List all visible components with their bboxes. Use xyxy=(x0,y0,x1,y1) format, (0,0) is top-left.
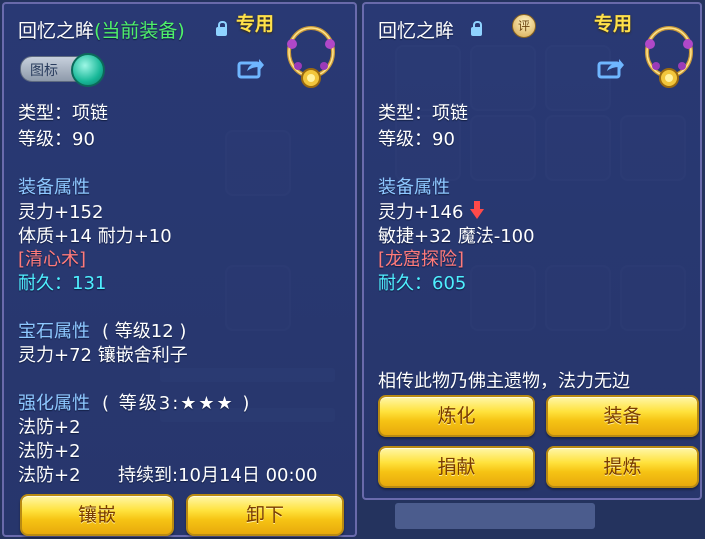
enhance-heading: 强化属性 xyxy=(18,393,90,414)
exclusive-label: 专用 xyxy=(594,13,633,35)
gem-level: ( 等级12 ) xyxy=(102,321,187,342)
item-name: 回忆之眸 xyxy=(378,20,455,42)
item-type: 类型：项链 xyxy=(18,103,108,124)
lock-icon xyxy=(216,21,227,36)
durability: 耐久：131 xyxy=(18,273,107,294)
item-title: 回忆之眸(当前装备) xyxy=(18,16,185,43)
special-skill: [龙窟探险] xyxy=(378,249,465,270)
enhance-line: 法防+2 xyxy=(18,465,81,486)
gem-heading: 宝石属性 xyxy=(18,321,90,342)
rate-badge-icon[interactable]: 评 xyxy=(507,9,541,43)
enhance-line: 法防+2 xyxy=(18,441,81,462)
necklace-icon xyxy=(287,26,335,88)
current-equip-tag: (当前装备) xyxy=(94,20,185,42)
enhance-duration: 持续到:10月14日 00:00 xyxy=(118,465,318,486)
rate-badge-label: 评 xyxy=(517,18,531,33)
refine-button[interactable]: 炼化 xyxy=(378,395,535,437)
item-level: 等级：90 xyxy=(18,129,95,150)
enhance-level: ( 等级3:★★★ ) xyxy=(102,393,252,414)
item-level: 等级：90 xyxy=(378,129,455,150)
equipped-item-tooltip: 回忆之眸(当前装备) 专用 图标 类型：项链 等级：90 装备属性 灵力+152… xyxy=(2,2,357,537)
donate-button[interactable]: 捐献 xyxy=(378,446,535,488)
toggle-knob[interactable] xyxy=(71,53,105,87)
item-name: 回忆之眸 xyxy=(18,20,95,42)
attr-line: 灵力+152 xyxy=(18,202,104,223)
durability: 耐久：605 xyxy=(378,273,467,294)
currency-bar xyxy=(395,503,595,529)
icon-toggle[interactable]: 图标 xyxy=(20,53,105,87)
attr-heading: 装备属性 xyxy=(18,177,90,198)
enhance-line: 法防+2 xyxy=(18,417,81,438)
attr-line: 灵力+146 xyxy=(378,202,464,223)
item-description: 相传此物乃佛主遗物，法力无边 xyxy=(378,371,630,392)
necklace-icon xyxy=(645,26,693,88)
inlay-button[interactable]: 镶嵌 xyxy=(20,494,174,536)
item-type: 类型：项链 xyxy=(378,103,468,124)
attr-heading: 装备属性 xyxy=(378,177,450,198)
bag-item-tooltip: 回忆之眸 评 专用 类型：项链 等级：90 装备属性 灵力+146 敏捷+32 … xyxy=(362,2,702,500)
toggle-label: 图标 xyxy=(30,63,58,79)
share-icon[interactable] xyxy=(597,57,625,79)
lock-icon xyxy=(471,21,482,36)
special-skill: [清心术] xyxy=(18,249,87,270)
share-icon[interactable] xyxy=(237,57,265,79)
gem-line: 灵力+72 镶嵌舍利子 xyxy=(18,345,188,366)
unequip-button[interactable]: 卸下 xyxy=(186,494,344,536)
equip-button[interactable]: 装备 xyxy=(546,395,699,437)
extract-button[interactable]: 提炼 xyxy=(546,446,699,488)
arrow-down-icon xyxy=(470,201,484,219)
exclusive-label: 专用 xyxy=(236,13,275,35)
